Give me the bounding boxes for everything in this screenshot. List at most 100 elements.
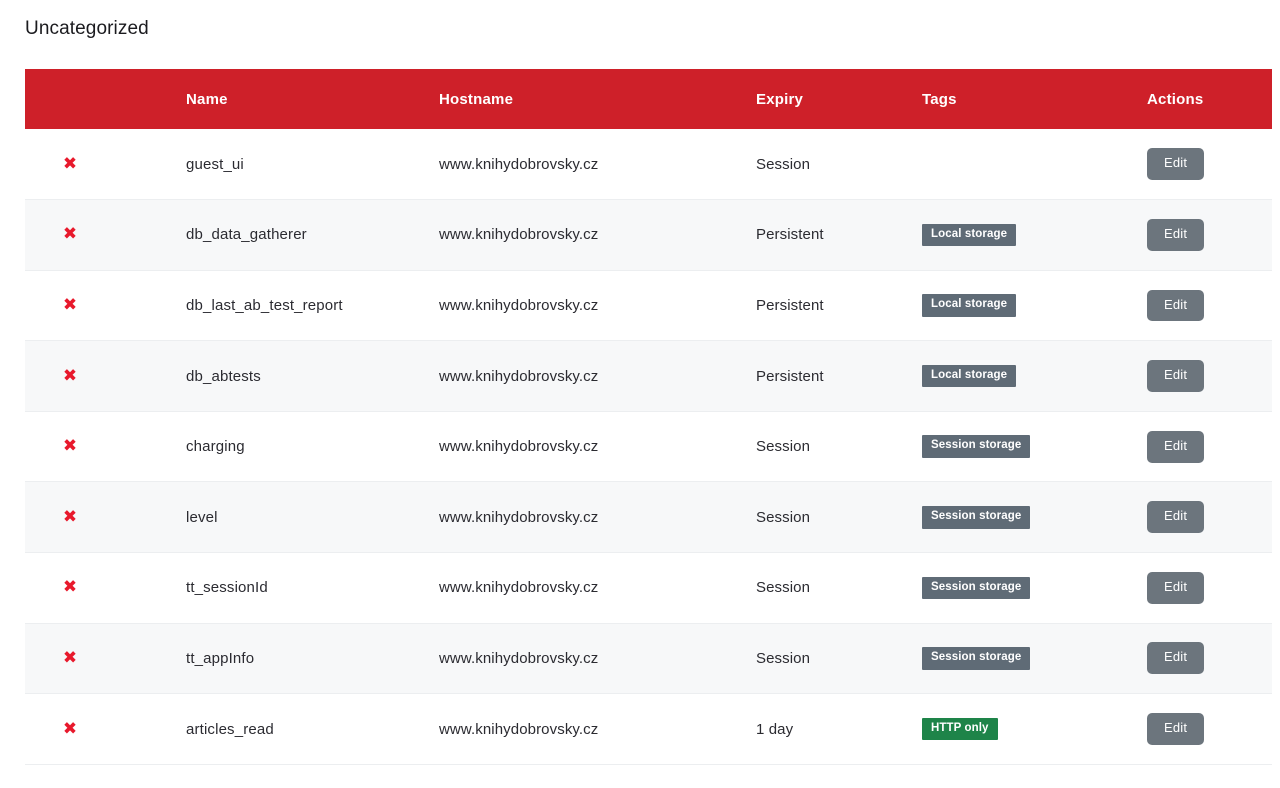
delete-cell: ✖ [25, 270, 105, 341]
edit-button[interactable]: Edit [1147, 289, 1205, 322]
delete-cell: ✖ [25, 482, 105, 553]
cookie-name: tt_sessionId [186, 579, 268, 597]
table-row: ✖ articles_read www.knihydobrovsky.cz 1 day… [25, 693, 1272, 765]
cookie-name: guest_ui [186, 155, 244, 173]
column-header-expiry: Expiry [749, 69, 922, 129]
cookie-name: tt_appInfo [186, 649, 255, 667]
cookie-expiry: Session [756, 579, 811, 597]
edit-button[interactable]: Edit [1147, 148, 1205, 181]
tag-badge: Session storage [922, 435, 1031, 458]
edit-button[interactable]: Edit [1147, 360, 1205, 393]
table-row: ✖ charging www.knihydobrovsky.cz Session Ses… [25, 411, 1272, 482]
cookie-tags-cell: Session storage [922, 411, 1147, 482]
cookie-actions-cell: Edit [1147, 553, 1272, 624]
cookie-expiry: Persistent [756, 296, 824, 314]
table-row: ✖ tt_appInfo www.knihydobrovsky.cz Session S… [25, 623, 1272, 694]
cookie-actions-cell: Edit [1147, 482, 1272, 553]
tag-badge: Session storage [922, 647, 1031, 670]
table-header-row: Name Hostname Expiry Tags Actions [25, 69, 1272, 129]
table-body: ✖ guest_ui www.knihydobrovsky.cz Session Edi… [25, 129, 1272, 765]
delete-cookie-icon[interactable]: ✖ [59, 366, 81, 387]
cookie-tags-cell: Local storage [922, 200, 1147, 271]
column-header-hostname: Hostname [434, 69, 749, 129]
delete-cookie-icon[interactable]: ✖ [59, 154, 81, 175]
table-row: ✖ db_abtests www.knihydobrovsky.cz Persiste… [25, 340, 1272, 412]
cookie-expiry: Session [756, 508, 811, 526]
delete-cell: ✖ [25, 341, 105, 412]
cookie-actions-cell: Edit [1147, 694, 1272, 765]
delete-cell: ✖ [25, 623, 105, 694]
delete-cell: ✖ [25, 129, 105, 200]
delete-cell: ✖ [25, 553, 105, 624]
table-row: ✖ tt_sessionId www.knihydobrovsky.cz Sessio… [25, 552, 1272, 624]
cookie-expiry: 1 day [756, 720, 794, 738]
cookie-actions-cell: Edit [1147, 623, 1272, 694]
delete-cell: ✖ [25, 200, 105, 271]
column-header-tags: Tags [922, 69, 1147, 129]
edit-button[interactable]: Edit [1147, 642, 1205, 675]
cookie-actions-cell: Edit [1147, 129, 1272, 200]
cookie-expiry: Session [756, 155, 811, 173]
table-row: ✖ db_last_ab_test_report www.knihydobrovsk… [25, 270, 1272, 341]
cookie-tags-cell: Local storage [922, 341, 1147, 412]
table-row: ✖ guest_ui www.knihydobrovsky.cz Session Edi… [25, 129, 1272, 200]
tag-badge: Local storage [922, 364, 1017, 388]
edit-button[interactable]: Edit [1147, 218, 1205, 251]
edit-button[interactable]: Edit [1147, 571, 1205, 604]
cookie-actions-cell: Edit [1147, 200, 1272, 271]
cookie-hostname: www.knihydobrovsky.cz [439, 649, 599, 667]
cookie-manager-page: Uncategorized Name Hostname Expiry Tags … [0, 0, 1280, 788]
edit-button[interactable]: Edit [1147, 713, 1205, 746]
edit-button[interactable]: Edit [1147, 501, 1205, 534]
cookie-hostname: www.knihydobrovsky.cz [439, 226, 599, 244]
column-header-name: Name [105, 69, 434, 129]
cookie-hostname: www.knihydobrovsky.cz [439, 296, 599, 314]
cookie-actions-cell: Edit [1147, 411, 1272, 482]
delete-cookie-icon[interactable]: ✖ [59, 648, 81, 669]
tag-badge: Session storage [922, 576, 1031, 600]
delete-cookie-icon[interactable]: ✖ [59, 224, 81, 245]
column-header-actions: Actions [1147, 69, 1272, 129]
delete-cookie-icon[interactable]: ✖ [59, 719, 81, 740]
cookie-name: articles_read [186, 720, 274, 738]
delete-cookie-icon[interactable]: ✖ [59, 436, 81, 457]
cookie-expiry: Session [756, 438, 811, 456]
cookie-name: level [186, 508, 218, 526]
delete-cookie-icon[interactable]: ✖ [59, 295, 81, 316]
edit-button[interactable]: Edit [1147, 430, 1205, 463]
cookie-tags-cell: HTTP only [922, 694, 1147, 765]
tag-badge: HTTP only [922, 717, 998, 741]
delete-cookie-icon[interactable]: ✖ [59, 507, 81, 528]
cookie-tags-cell [922, 129, 1147, 200]
cookie-tags-cell: Session storage [922, 482, 1147, 553]
cookie-hostname: www.knihydobrovsky.cz [439, 720, 599, 738]
table-row: ✖ db_data_gatherer www.knihydobrovsky.cz Pe… [25, 199, 1272, 271]
cookie-name: charging [186, 438, 245, 456]
delete-cookie-icon[interactable]: ✖ [59, 577, 81, 598]
cookie-actions-cell: Edit [1147, 341, 1272, 412]
tag-badge: Local storage [922, 223, 1017, 247]
cookie-actions-cell: Edit [1147, 270, 1272, 341]
cookie-hostname: www.knihydobrovsky.cz [439, 508, 599, 526]
cookie-hostname: www.knihydobrovsky.cz [439, 438, 599, 456]
cookie-expiry: Persistent [756, 226, 824, 244]
cookie-tags-cell: Session storage [922, 553, 1147, 624]
cookie-name: db_last_ab_test_report [186, 296, 343, 314]
tag-badge: Session storage [922, 506, 1031, 529]
table-header: Name Hostname Expiry Tags Actions [25, 69, 1272, 129]
cookie-hostname: www.knihydobrovsky.cz [439, 579, 599, 597]
delete-cell: ✖ [25, 694, 105, 765]
cookie-expiry: Session [756, 649, 811, 667]
column-header-delete [25, 69, 105, 129]
cookie-name: db_data_gatherer [186, 226, 307, 244]
cookie-name: db_abtests [186, 367, 261, 385]
tag-badge: Local storage [922, 294, 1017, 317]
cookie-hostname: www.knihydobrovsky.cz [439, 155, 599, 173]
cookie-table: Name Hostname Expiry Tags Actions ✖ guest… [25, 69, 1272, 765]
cookie-tags-cell: Local storage [922, 270, 1147, 341]
table-row: ✖ level www.knihydobrovsky.cz Session Sessio… [25, 481, 1272, 553]
page-title: Uncategorized [25, 18, 149, 39]
cookie-expiry: Persistent [756, 367, 824, 385]
cookie-tags-cell: Session storage [922, 623, 1147, 694]
delete-cell: ✖ [25, 411, 105, 482]
